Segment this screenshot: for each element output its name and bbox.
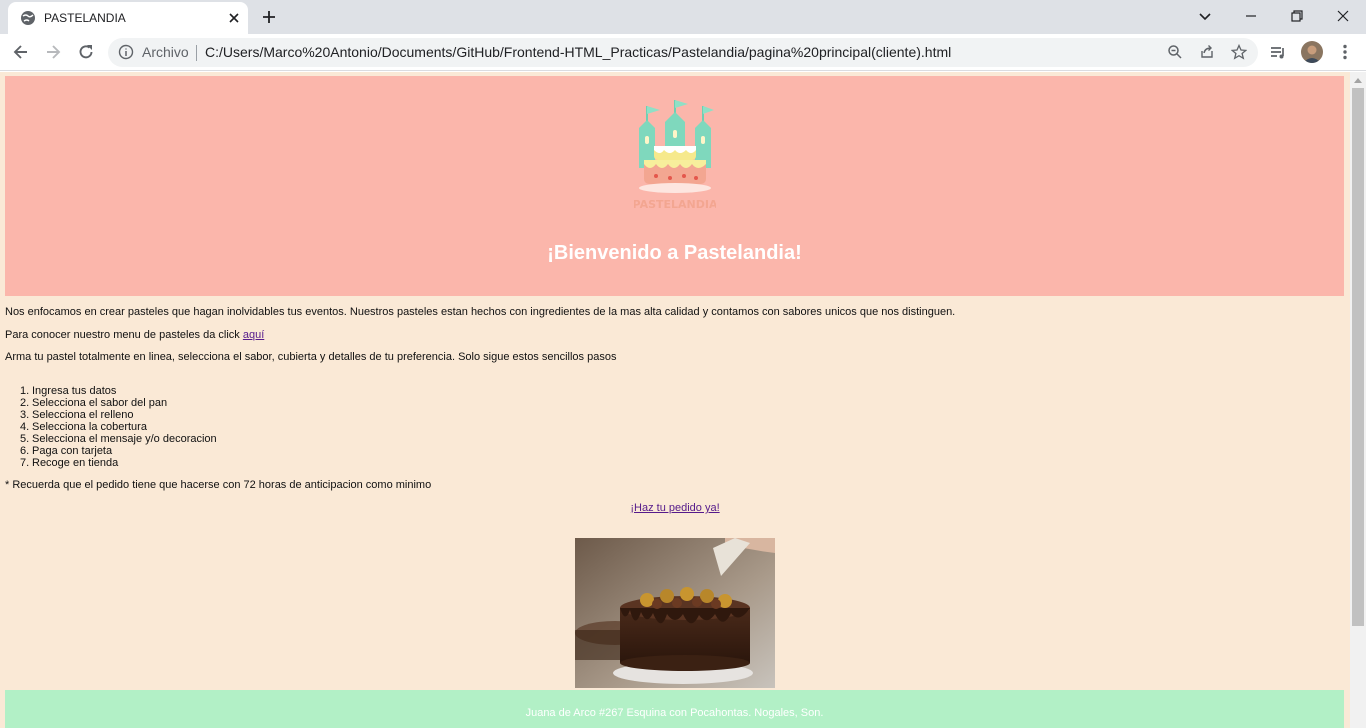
logo-wordmark: PASTELANDIA — [634, 198, 716, 211]
list-item: 1. Ingresa tus datos — [20, 385, 117, 397]
pastelandia-logo: PASTELANDIA — [634, 100, 716, 211]
bookmark-star-icon[interactable] — [1231, 44, 1247, 60]
list-item: 6. Paga con tarjeta — [20, 445, 113, 457]
tab-search-icon[interactable] — [1195, 6, 1215, 26]
new-tab-icon[interactable] — [259, 7, 279, 27]
minimize-icon[interactable] — [1241, 6, 1261, 26]
url-text[interactable]: C:/Users/Marco%20Antonio/Documents/GitHu… — [205, 44, 951, 60]
menu-prefix-text: Para conocer nuestro menu de pasteles da… — [5, 329, 243, 341]
profile-avatar[interactable] — [1301, 41, 1323, 63]
security-label: Archivo — [142, 44, 189, 60]
media-queue-icon[interactable] — [1268, 42, 1288, 62]
browser-tab[interactable]: PASTELANDIA — [8, 2, 248, 34]
tab-title: PASTELANDIA — [44, 11, 126, 25]
info-icon[interactable] — [118, 44, 134, 60]
browser-toolbar: Archivo C:/Users/Marco%20Antonio/Documen… — [0, 34, 1366, 71]
back-arrow-icon[interactable] — [11, 42, 31, 62]
scroll-up-arrow-icon[interactable] — [1354, 77, 1362, 83]
globe-icon — [21, 11, 35, 25]
close-tab-icon[interactable] — [226, 10, 242, 26]
page-title: ¡Bienvenido a Pastelandia! — [547, 242, 802, 264]
note-text: * Recuerda que el pedido tiene que hacer… — [5, 479, 432, 491]
list-item: 4. Selecciona la cobertura — [20, 421, 147, 433]
scrollbar-thumb[interactable] — [1352, 88, 1364, 626]
tab-strip: PASTELANDIA — [0, 0, 1366, 34]
page-viewport: PASTELANDIA ¡Bienvenido a Pastelandia! N… — [0, 72, 1350, 728]
cake-photo — [575, 538, 775, 688]
restore-icon[interactable] — [1287, 6, 1307, 26]
zoom-icon[interactable] — [1167, 44, 1183, 60]
order-link-row: ¡Haz tu pedido ya! — [0, 502, 1350, 514]
menu-paragraph: Para conocer nuestro menu de pasteles da… — [5, 329, 264, 341]
build-intro-paragraph: Arma tu pastel totalmente en linea, sele… — [5, 351, 617, 363]
steps-list: 1. Ingresa tus datos 2. Selecciona el sabo… — [20, 385, 217, 469]
intro-paragraph: Nos enfocamos en crear pasteles que haga… — [5, 306, 956, 318]
page-scrollbar[interactable] — [1350, 72, 1366, 728]
order-link[interactable]: ¡Haz tu pedido ya! — [630, 502, 719, 514]
footer-address: Juana de Arco #267 Esquina con Pocahonta… — [525, 707, 824, 719]
window-close-icon[interactable] — [1333, 6, 1353, 26]
share-icon[interactable] — [1199, 44, 1215, 60]
forward-arrow-icon[interactable] — [43, 42, 63, 62]
menu-link[interactable]: aquí — [243, 329, 264, 341]
list-item: 7. Recoge en tienda — [20, 457, 119, 469]
hero-header: PASTELANDIA ¡Bienvenido a Pastelandia! — [5, 76, 1344, 296]
more-menu-icon[interactable] — [1335, 42, 1355, 62]
list-item: 2. Selecciona el sabor del pan — [20, 397, 168, 409]
reload-icon[interactable] — [76, 42, 96, 62]
list-item: 3. Selecciona el relleno — [20, 409, 134, 421]
page-footer: Juana de Arco #267 Esquina con Pocahonta… — [5, 690, 1344, 728]
address-bar[interactable]: Archivo C:/Users/Marco%20Antonio/Documen… — [108, 38, 1258, 67]
omnibox-divider — [196, 45, 197, 61]
list-item: 5. Selecciona el mensaje y/o decoracion — [20, 433, 217, 445]
